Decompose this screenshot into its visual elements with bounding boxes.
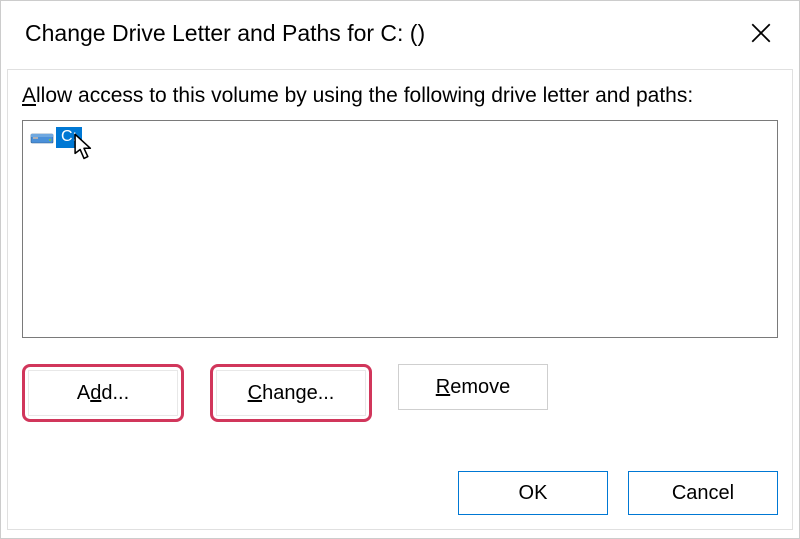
drive-paths-listbox[interactable]: C: <box>22 120 778 338</box>
change-mnemonic: C <box>248 382 262 405</box>
change-after: hange... <box>262 382 334 405</box>
action-button-row: Add... Change... Remove <box>22 364 778 422</box>
close-button[interactable] <box>741 13 781 53</box>
dialog-body: Allow access to this volume by using the… <box>7 69 793 530</box>
dialog-window: Change Drive Letter and Paths for C: () … <box>0 0 800 539</box>
add-button[interactable]: Add... <box>28 370 178 416</box>
add-mnemonic: d <box>90 382 101 405</box>
remove-mnemonic: R <box>436 376 450 399</box>
remove-after: emove <box>450 376 510 399</box>
instruction-text: Allow access to this volume by using the… <box>22 84 778 108</box>
highlight-change: Change... <box>210 364 372 422</box>
highlight-add: Add... <box>22 364 184 422</box>
instruction-mnemonic: A <box>22 84 36 107</box>
drive-item-selected[interactable]: C: <box>27 125 85 150</box>
change-button[interactable]: Change... <box>216 370 366 416</box>
instruction-rest: llow access to this volume by using the … <box>36 84 693 107</box>
add-after: d... <box>101 382 129 405</box>
add-before: A <box>77 382 90 405</box>
dialog-button-row: OK Cancel <box>458 471 778 515</box>
drive-icon <box>30 128 54 148</box>
cancel-button[interactable]: Cancel <box>628 471 778 515</box>
ok-button[interactable]: OK <box>458 471 608 515</box>
dialog-title: Change Drive Letter and Paths for C: () <box>25 20 425 47</box>
drive-item-label: C: <box>56 127 82 148</box>
titlebar: Change Drive Letter and Paths for C: () <box>1 1 799 69</box>
remove-button[interactable]: Remove <box>398 364 548 410</box>
close-icon <box>751 23 771 43</box>
